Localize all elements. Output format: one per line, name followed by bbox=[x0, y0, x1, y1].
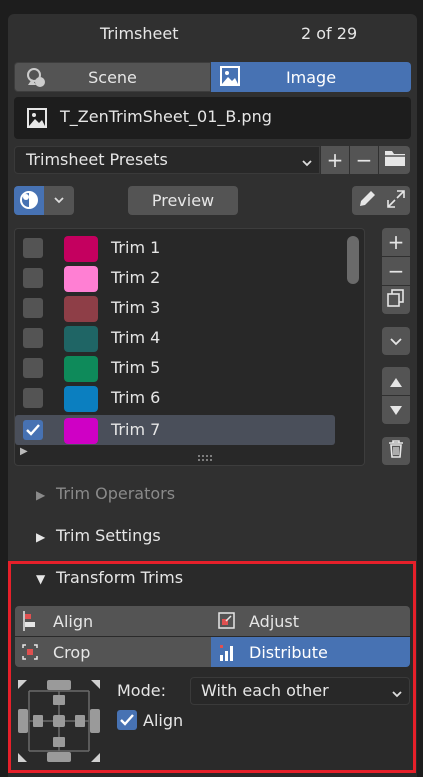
trim-color-swatch[interactable] bbox=[64, 236, 98, 262]
trim-list-item[interactable]: Trim 5 bbox=[15, 353, 335, 383]
trim-checkbox[interactable] bbox=[23, 358, 43, 378]
open-preset-folder-button[interactable] bbox=[379, 146, 410, 174]
delete-trim-button[interactable] bbox=[382, 437, 410, 465]
minus-icon: − bbox=[355, 148, 373, 172]
trim-name: Trim 6 bbox=[111, 388, 161, 407]
presets-label: Trimsheet Presets bbox=[26, 150, 168, 169]
trim-list[interactable]: Trim 1 Trim 2 Trim 3 Trim 4 Trim 5 Trim … bbox=[14, 228, 365, 466]
presets-dropdown[interactable]: Trimsheet Presets bbox=[14, 146, 320, 174]
section-title: Trim Operators bbox=[56, 484, 176, 503]
chevron-down-icon bbox=[389, 329, 403, 353]
remove-trim-button[interactable]: − bbox=[382, 257, 410, 285]
section-title: Trim Settings bbox=[56, 526, 161, 545]
scene-icon bbox=[25, 67, 49, 93]
trim-color-swatch[interactable] bbox=[64, 356, 98, 382]
triangle-up-icon bbox=[389, 369, 403, 393]
trash-icon bbox=[387, 439, 405, 464]
trim-operators-section[interactable]: ▶ Trim Operators bbox=[36, 484, 175, 503]
image-file-name: T_ZenTrimSheet_01_B.png bbox=[60, 107, 272, 126]
minus-icon: − bbox=[387, 259, 405, 283]
trim-checkbox[interactable] bbox=[23, 238, 43, 258]
move-trim-up-button[interactable] bbox=[382, 367, 410, 395]
trim-name: Trim 4 bbox=[111, 328, 161, 347]
plus-icon: + bbox=[326, 148, 344, 172]
trim-name: Trim 5 bbox=[111, 358, 161, 377]
chevron-down-icon bbox=[53, 191, 65, 210]
edit-trim-button[interactable] bbox=[352, 186, 381, 215]
image-toggle-button[interactable]: Image bbox=[211, 62, 411, 92]
trim-list-item[interactable]: Trim 2 bbox=[15, 263, 335, 293]
trim-list-item-selected[interactable]: Trim 7 bbox=[15, 415, 335, 445]
trim-checkbox[interactable] bbox=[23, 328, 43, 348]
duplicate-icon bbox=[386, 288, 406, 313]
trim-checkbox[interactable] bbox=[23, 298, 43, 318]
check-icon bbox=[26, 424, 40, 436]
folder-icon bbox=[383, 148, 407, 173]
overlay-toggle-button[interactable] bbox=[14, 186, 44, 215]
chevron-down-icon bbox=[301, 154, 313, 173]
triangle-down-icon bbox=[389, 398, 403, 422]
image-file-icon bbox=[25, 106, 49, 134]
preview-button[interactable]: Preview bbox=[128, 186, 238, 215]
trim-name: Trim 2 bbox=[111, 268, 161, 287]
trim-checkbox[interactable] bbox=[23, 268, 43, 288]
trim-color-swatch[interactable] bbox=[64, 326, 98, 352]
remove-preset-button[interactable]: − bbox=[350, 146, 378, 174]
overlay-icon bbox=[18, 189, 40, 215]
trim-color-swatch[interactable] bbox=[64, 418, 98, 444]
scene-toggle-button[interactable]: Scene bbox=[14, 62, 211, 92]
overlay-options-dropdown[interactable] bbox=[44, 186, 74, 215]
trim-name: Trim 1 bbox=[111, 238, 161, 257]
trim-checkbox[interactable] bbox=[23, 420, 43, 440]
trim-count: 2 of 29 bbox=[301, 24, 358, 43]
trim-list-item[interactable]: Trim 1 bbox=[15, 233, 335, 263]
image-label: Image bbox=[285, 67, 337, 87]
trim-settings-section[interactable]: ▶ Trim Settings bbox=[36, 526, 161, 545]
filter-toggle-icon[interactable]: ▶ bbox=[20, 446, 28, 457]
trim-name: Trim 3 bbox=[111, 298, 161, 317]
collapsed-arrow-icon: ▶ bbox=[36, 530, 46, 544]
trim-name: Trim 7 bbox=[111, 420, 161, 439]
list-scrollbar[interactable] bbox=[347, 236, 359, 284]
duplicate-trim-button[interactable] bbox=[382, 286, 410, 314]
pencil-icon bbox=[357, 189, 377, 213]
panel-title: Trimsheet bbox=[100, 24, 179, 43]
trim-list-item[interactable]: Trim 4 bbox=[15, 323, 335, 353]
move-trim-down-button[interactable] bbox=[382, 396, 410, 424]
image-file-field[interactable]: T_ZenTrimSheet_01_B.png bbox=[14, 97, 411, 139]
highlight-frame bbox=[8, 561, 416, 773]
trim-color-swatch[interactable] bbox=[64, 266, 98, 292]
trim-list-item[interactable]: Trim 3 bbox=[15, 293, 335, 323]
trim-color-swatch[interactable] bbox=[64, 296, 98, 322]
list-menu-button[interactable] bbox=[382, 327, 410, 355]
expand-view-button[interactable] bbox=[381, 186, 410, 215]
plus-icon: + bbox=[387, 230, 405, 254]
trim-color-swatch[interactable] bbox=[64, 386, 98, 412]
add-trim-button[interactable]: + bbox=[382, 228, 410, 256]
collapsed-arrow-icon: ▶ bbox=[36, 488, 46, 502]
add-preset-button[interactable]: + bbox=[321, 146, 349, 174]
expand-arrows-icon bbox=[386, 189, 406, 213]
scene-label: Scene bbox=[88, 67, 137, 87]
trim-checkbox[interactable] bbox=[23, 388, 43, 408]
trim-list-item[interactable]: Trim 6 bbox=[15, 383, 335, 413]
image-icon bbox=[219, 65, 241, 91]
resize-grip-icon[interactable] bbox=[197, 448, 215, 461]
